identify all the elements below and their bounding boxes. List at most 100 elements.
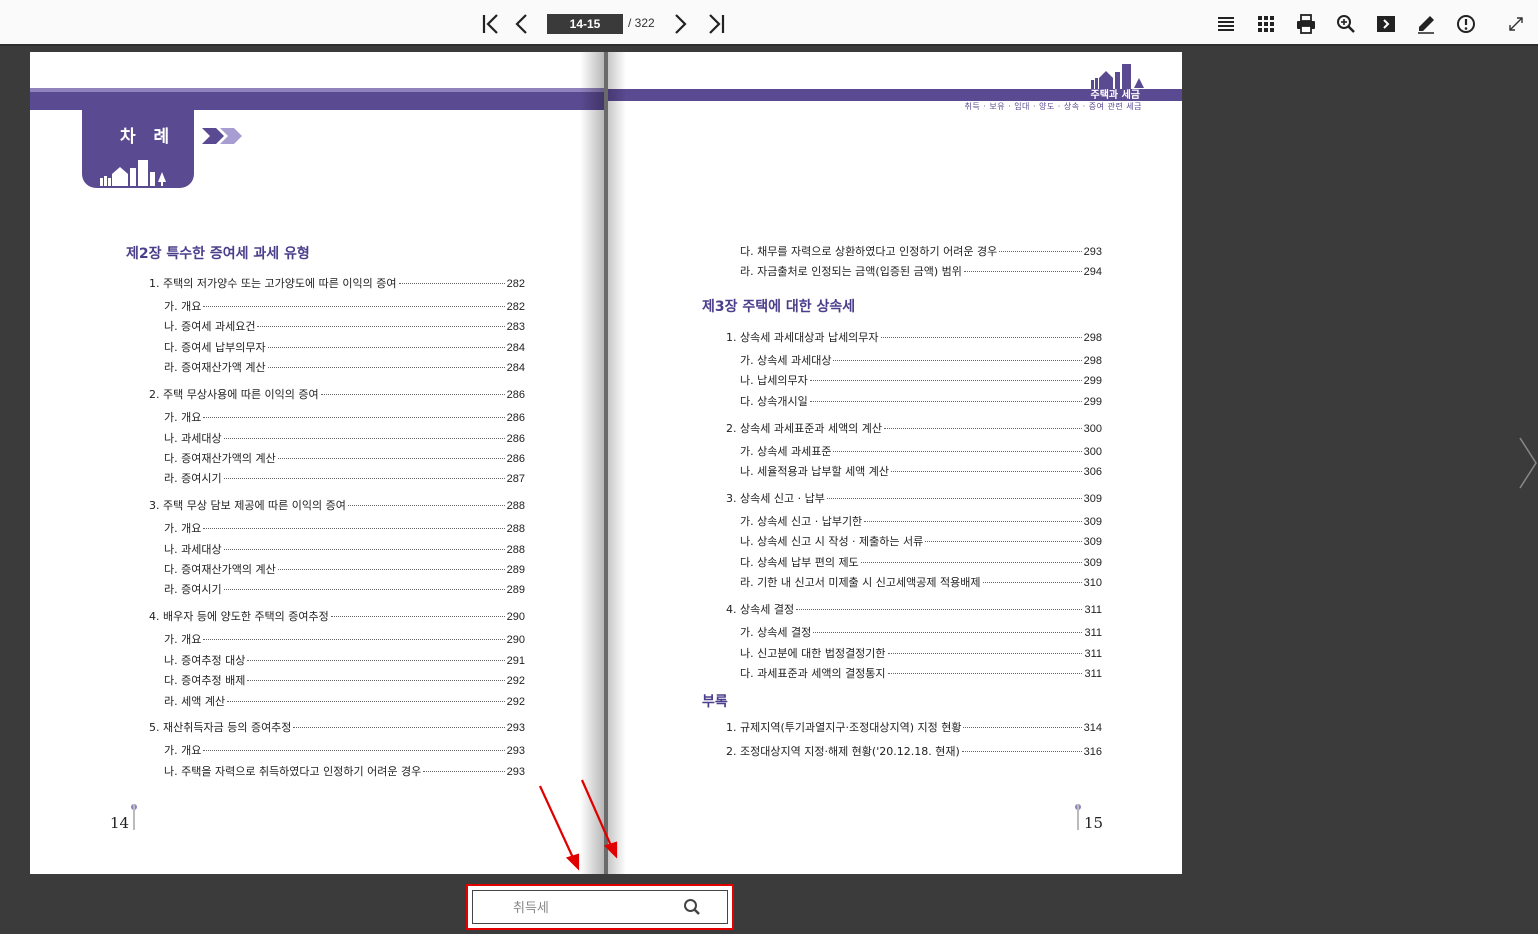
toc-leader-dots [999, 251, 1082, 252]
toc-entry-page: 316 [1083, 746, 1102, 758]
toc-leader-dots [247, 680, 505, 682]
toc-entry[interactable]: 5. 재산취득자금 등의 증여추정 293 [149, 719, 525, 735]
toc-chapter-heading[interactable]: 제2장 특수한 증여세 과세 유형 [126, 243, 310, 263]
toc-entry[interactable]: 가. 개요 290 [164, 631, 525, 647]
next-page-icon[interactable] [668, 12, 692, 36]
toc-entry[interactable]: 4. 배우자 등에 양도한 주택의 증여추정 290 [149, 608, 525, 624]
toc-leader-dots [963, 727, 1082, 728]
toc-entry-label: 가. 개요 [164, 300, 202, 313]
toc-entry[interactable]: 다. 채무를 자력으로 상환하였다고 인정하기 어려운 경우 293 [740, 243, 1102, 259]
toc-leader-dots [277, 457, 505, 459]
toc-entry[interactable]: 가. 개요 288 [164, 520, 525, 536]
toc-entry-page: 288 [506, 500, 525, 513]
toc-leader-dots [203, 639, 505, 641]
toc-leader-dots [203, 417, 505, 419]
toc-entry[interactable]: 3. 상속세 신고 · 납부 309 [726, 490, 1102, 506]
toc-leader-dots [320, 394, 505, 396]
toc-entry[interactable]: 다. 증여재산가액의 계산 289 [164, 561, 525, 577]
toc-entry[interactable]: 2. 주택 무상사용에 따른 이익의 증여 286 [149, 386, 525, 402]
toc-entry[interactable]: 나. 신고분에 대한 법정결정기한 311 [740, 645, 1102, 661]
list-icon[interactable] [1214, 12, 1238, 36]
toc-entry[interactable]: 라. 기한 내 신고서 미제출 시 신고세액공제 적용배제 310 [740, 574, 1102, 590]
toc-entry[interactable]: 나. 상속세 신고 시 작성 · 제출하는 서류 309 [740, 533, 1102, 549]
toc-entry[interactable]: 라. 증여재산가액 계산 284 [164, 359, 525, 375]
toc-entry-label: 1. 상속세 과세대상과 납세의무자 [726, 331, 879, 344]
toc-entry[interactable]: 1. 규제지역(투기과열지구·조정대상지역) 지정 현황 314 [726, 719, 1102, 735]
toc-entry[interactable]: 라. 증여시기 289 [164, 581, 525, 597]
toc-entry-label: 3. 상속세 신고 · 납부 [726, 492, 825, 505]
toc-entry[interactable]: 나. 증여추정 대상 291 [164, 652, 525, 668]
toc-entry[interactable]: 가. 개요 293 [164, 742, 525, 758]
slideshow-icon[interactable] [1374, 12, 1398, 36]
brand-subtitle: 취득 · 보유 · 임대 · 양도 · 상속 · 증여 관련 세금 [964, 102, 1142, 111]
annotation-arrows [539, 779, 618, 871]
total-pages-label: / 322 [628, 16, 655, 30]
print-icon[interactable] [1294, 12, 1318, 36]
toc-entry[interactable]: 3. 주택 무상 담보 제공에 따른 이익의 증여 288 [149, 497, 525, 513]
toc-entry[interactable]: 2. 상속세 과세표준과 세액의 계산 300 [726, 420, 1102, 436]
toc-entry-page: 286 [506, 452, 525, 465]
current-page-field[interactable]: 14-15 [547, 14, 623, 34]
toc-leader-dots [796, 609, 1083, 611]
toc-entry[interactable]: 다. 과세표준과 세액의 결정통지 311 [740, 665, 1102, 681]
toc-entry-label: 나. 증여추정 대상 [164, 653, 246, 667]
right-page-number: 15 [1084, 814, 1104, 832]
search-input[interactable] [513, 899, 663, 914]
toc-entry-label: 다. 상속개시일 [740, 394, 808, 408]
toc-chapter-heading[interactable]: 부록 [702, 691, 728, 711]
toc-entry-label: 가. 개요 [164, 522, 202, 536]
toc-entry-page: 293 [506, 745, 525, 758]
toc-entry-page: 291 [506, 654, 525, 667]
toc-entry-label: 4. 배우자 등에 양도한 주택의 증여추정 [149, 610, 329, 624]
toc-entry[interactable]: 나. 주택을 자력으로 취득하였다고 인정하기 어려운 경우 293 [164, 763, 525, 779]
toc-entry-page: 286 [506, 389, 525, 402]
toc-entry[interactable]: 라. 자금출처로 인정되는 금액(입증된 금액) 범위 294 [740, 263, 1102, 279]
toc-entry[interactable]: 나. 과세대상 288 [164, 541, 525, 557]
toc-entry[interactable]: 가. 상속세 신고 · 납부기한 309 [740, 513, 1102, 529]
toc-entry[interactable]: 다. 증여추정 배제 292 [164, 672, 525, 688]
toc-entry[interactable]: 가. 개요 286 [164, 409, 525, 425]
next-page-arrow-icon[interactable] [1516, 436, 1538, 490]
toc-entry-label: 5. 재산취득자금 등의 증여추정 [149, 721, 292, 735]
prev-page-icon[interactable] [510, 12, 534, 36]
highlighter-icon[interactable] [1414, 12, 1438, 36]
toc-entry[interactable]: 나. 세율적용과 납부할 세액 계산 306 [740, 463, 1102, 479]
toc-entry[interactable]: 라. 증여시기 287 [164, 470, 525, 486]
fullscreen-icon[interactable] [1504, 12, 1528, 36]
toc-entry[interactable]: 가. 상속세 과세표준 300 [740, 443, 1102, 459]
toc-entry-page: 293 [506, 765, 525, 778]
info-icon[interactable] [1454, 12, 1478, 36]
toc-entry[interactable]: 나. 증여세 과세요건 283 [164, 318, 525, 334]
toc-entry-page: 298 [1083, 355, 1102, 367]
toc-entry[interactable]: 1. 상속세 과세대상과 납세의무자 298 [726, 329, 1102, 345]
toc-entry-label: 나. 과세대상 [164, 431, 222, 445]
toc-entry[interactable]: 2. 조정대상지역 지정·해제 현황('20.12.18. 현재) 316 [726, 743, 1102, 759]
toc-leader-dots [398, 283, 505, 284]
toc-entry-page: 310 [1083, 577, 1102, 590]
toc-entry[interactable]: 4. 상속세 결정 311 [726, 601, 1102, 617]
toc-entry[interactable]: 다. 상속세 납부 편의 제도 309 [740, 554, 1102, 570]
toc-entry[interactable]: 가. 상속세 결정 311 [740, 624, 1102, 640]
toc-entry[interactable]: 나. 납세의무자 299 [740, 372, 1102, 388]
toc-entry-page: 282 [506, 301, 525, 313]
toc-chapter-heading[interactable]: 제3장 주택에 대한 상속세 [702, 296, 855, 316]
toc-entry-label: 가. 상속세 신고 · 납부기한 [740, 515, 863, 528]
toc-leader-dots [223, 478, 505, 480]
search-icon[interactable] [683, 898, 703, 918]
toc-entry[interactable]: 1. 주택의 저가양수 또는 고가양도에 따른 이익의 증여 282 [149, 275, 525, 291]
first-page-icon[interactable] [479, 12, 503, 36]
chevrons-decoration-icon [202, 128, 242, 144]
toc-entry[interactable]: 다. 증여세 납부의무자 284 [164, 339, 525, 355]
toc-entry[interactable]: 가. 개요 282 [164, 298, 525, 314]
toc-entry[interactable]: 라. 세액 계산 292 [164, 693, 525, 709]
toc-entry[interactable]: 다. 증여재산가액의 계산 286 [164, 450, 525, 466]
grid-icon[interactable] [1254, 12, 1278, 36]
zoom-icon[interactable] [1334, 12, 1358, 36]
toc-entry[interactable]: 나. 과세대상 286 [164, 430, 525, 446]
toc-entry[interactable]: 다. 상속개시일 299 [740, 393, 1102, 409]
toc-leader-dots [809, 380, 1082, 382]
toc-entry-label: 가. 개요 [164, 633, 202, 647]
viewer-toolbar: 14-15 / 322 [0, 0, 1538, 46]
last-page-icon[interactable] [704, 12, 728, 36]
toc-entry[interactable]: 가. 상속세 과세대상 298 [740, 352, 1102, 368]
